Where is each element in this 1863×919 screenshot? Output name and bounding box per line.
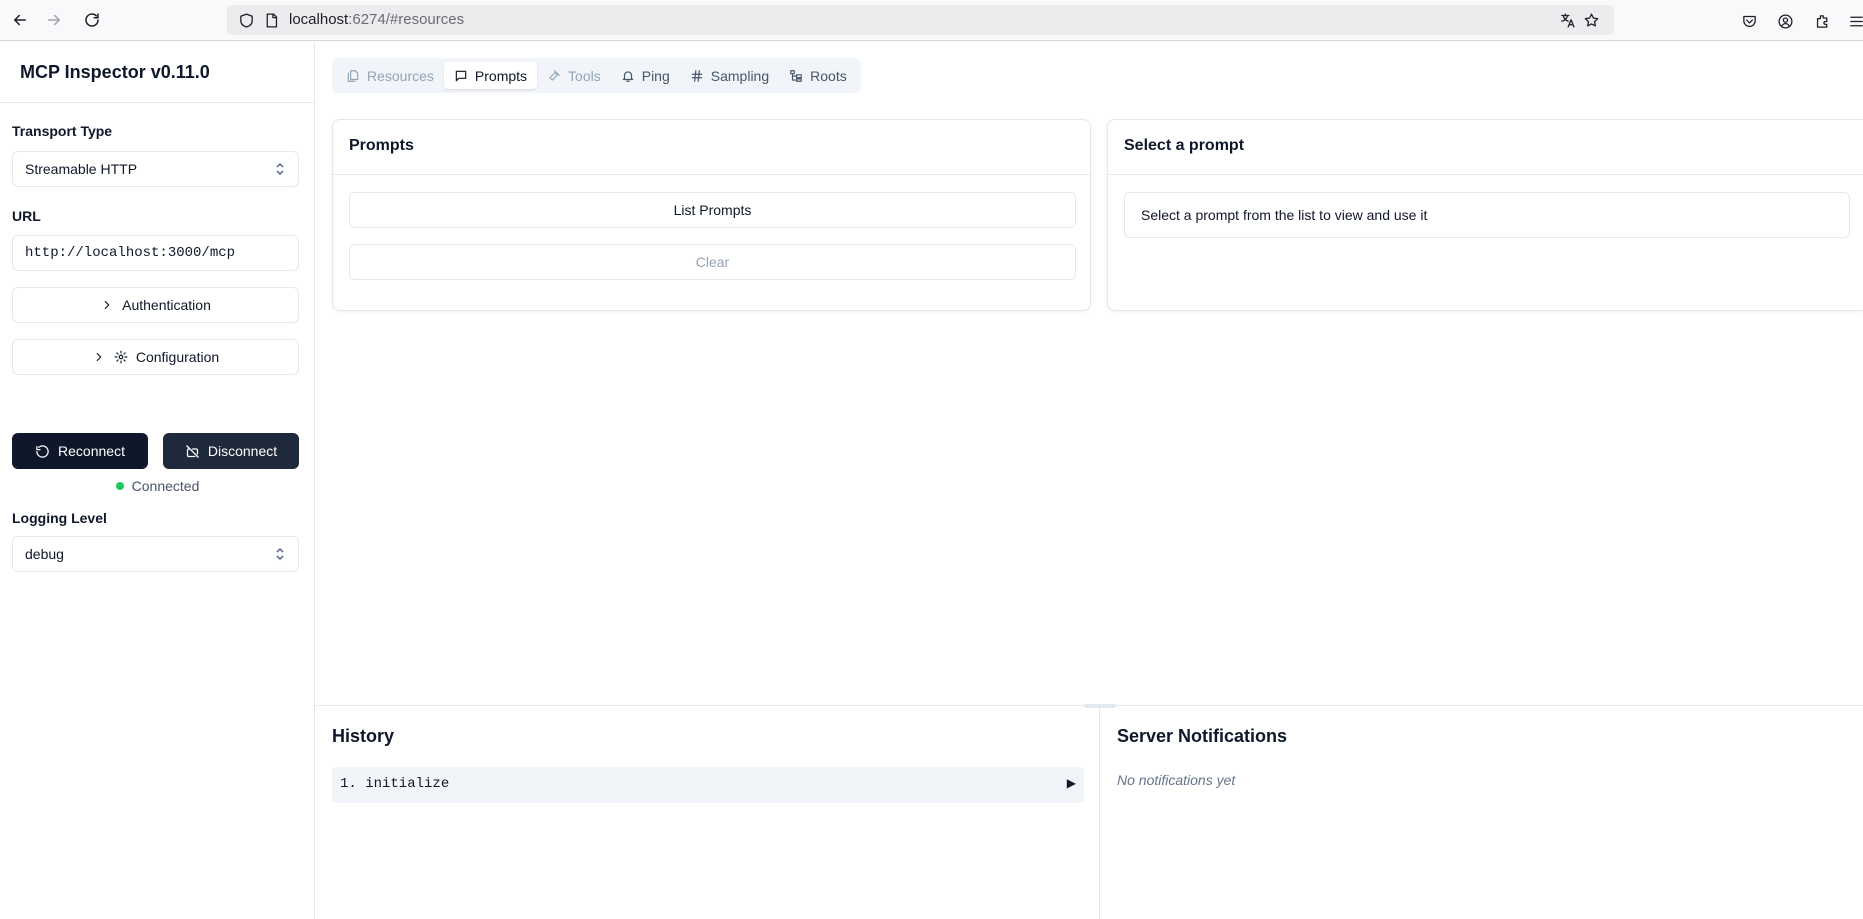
page-icon[interactable] (260, 9, 282, 31)
menu-icon[interactable] (1845, 10, 1863, 32)
message-square-icon (455, 70, 467, 81)
browser-toolbar: localhost:6274/#resources (0, 0, 1863, 41)
translate-icon[interactable] (1556, 9, 1578, 31)
authentication-label: Authentication (122, 297, 211, 313)
arrow-right-icon (48, 14, 60, 26)
transport-type-select[interactable]: Streamable HTTP (12, 151, 299, 187)
url-text[interactable]: localhost:6274/#resources (289, 11, 464, 28)
status-text: Connected (131, 478, 200, 494)
prompts-card: Prompts List Prompts Clear (332, 119, 1091, 311)
url-input-value: http://localhost:3000/mcp (25, 245, 236, 261)
notifications-empty-text: No notifications yet (1117, 772, 1236, 788)
hammer-icon (549, 69, 560, 81)
forward-button[interactable] (42, 8, 66, 32)
url-label: URL (12, 208, 41, 224)
back-button[interactable] (8, 8, 32, 32)
tab-list: Resources Prompts Tools Ping Sampling Ro… (332, 58, 861, 93)
bell-icon (622, 70, 633, 82)
tab-prompts[interactable]: Prompts (443, 62, 538, 89)
reconnect-button[interactable]: Reconnect (12, 433, 148, 469)
authentication-button[interactable]: Authentication (12, 287, 299, 323)
gear-icon (114, 350, 128, 364)
rotate-ccw-icon (36, 444, 49, 458)
history-title: History (332, 726, 395, 746)
chevron-right-icon (104, 300, 110, 310)
logging-level-select[interactable]: debug (12, 536, 299, 572)
list-prompts-label: List Prompts (673, 202, 752, 218)
transport-type-value: Streamable HTTP (25, 161, 138, 177)
extensions-icon[interactable] (1811, 10, 1833, 32)
tab-tools[interactable]: Tools (537, 62, 611, 89)
reconnect-label: Reconnect (58, 443, 125, 459)
disconnect-label: Disconnect (207, 443, 278, 459)
tab-ping[interactable]: Ping (611, 62, 680, 89)
files-icon (347, 69, 359, 82)
tab-sampling[interactable]: Sampling (680, 62, 779, 89)
bottom-panels: History 1. initialize ▶ Server Notificat… (316, 704, 1863, 919)
tab-roots[interactable]: Roots (779, 62, 857, 89)
url-host: localhost (289, 11, 349, 28)
url-path: :6274/#resources (348, 11, 465, 28)
arrow-left-icon (14, 14, 26, 26)
sidebar-header: MCP Inspector v0.11.0 (0, 42, 314, 103)
chevrons-up-down-icon (274, 161, 286, 177)
notifications-panel: Server Notifications No notifications ye… (1101, 706, 1863, 919)
address-bar[interactable]: localhost:6274/#resources (227, 5, 1614, 35)
reload-button[interactable] (80, 8, 104, 32)
tab-label: Tools (568, 67, 601, 84)
history-item-label: 1. initialize (340, 776, 450, 792)
tab-label: Roots (810, 67, 847, 84)
pocket-icon[interactable] (1738, 10, 1760, 32)
history-item[interactable]: 1. initialize ▶ (332, 767, 1084, 803)
configuration-label: Configuration (135, 349, 220, 365)
expand-triangle-icon[interactable]: ▶ (1067, 776, 1076, 791)
hash-icon (691, 69, 703, 82)
history-panel: History 1. initialize ▶ (316, 706, 1100, 919)
chevrons-up-down-icon (274, 546, 286, 562)
logging-level-label: Logging Level (12, 510, 107, 526)
prompts-card-title: Prompts (333, 120, 1090, 175)
select-prompt-title: Select a prompt (1108, 120, 1863, 175)
tab-resources[interactable]: Resources (336, 62, 444, 89)
clear-label: Clear (695, 254, 730, 270)
transport-type-label: Transport Type (12, 123, 113, 139)
account-icon[interactable] (1774, 10, 1796, 32)
notifications-title: Server Notifications (1117, 726, 1288, 746)
logging-level-value: debug (25, 546, 64, 562)
select-prompt-hint-box: Select a prompt from the list to view an… (1124, 192, 1850, 238)
bookmark-star-icon[interactable] (1580, 9, 1602, 31)
clear-button[interactable]: Clear (349, 244, 1076, 280)
unplug-icon (186, 444, 199, 458)
reload-icon (85, 13, 99, 27)
select-prompt-card: Select a prompt Select a prompt from the… (1107, 119, 1863, 311)
status-dot (115, 482, 124, 490)
main-content: Resources Prompts Tools Ping Sampling Ro… (316, 42, 1863, 919)
sidebar: MCP Inspector v0.11.0 Transport Type Str… (0, 42, 315, 919)
url-input[interactable]: http://localhost:3000/mcp (12, 235, 299, 271)
tab-label: Resources (367, 67, 434, 84)
app-title: MCP Inspector v0.11.0 (20, 62, 210, 82)
shield-icon[interactable] (235, 9, 257, 31)
folder-tree-icon (790, 69, 802, 82)
tab-label: Ping (641, 67, 670, 84)
chevron-right-icon (96, 352, 102, 362)
disconnect-button[interactable]: Disconnect (163, 433, 299, 469)
select-prompt-hint: Select a prompt from the list to view an… (1141, 207, 1428, 223)
connection-status: Connected (0, 478, 315, 494)
configuration-button[interactable]: Configuration (12, 339, 299, 375)
tab-label: Sampling (710, 67, 770, 84)
list-prompts-button[interactable]: List Prompts (349, 192, 1076, 228)
tab-label: Prompts (474, 67, 528, 84)
